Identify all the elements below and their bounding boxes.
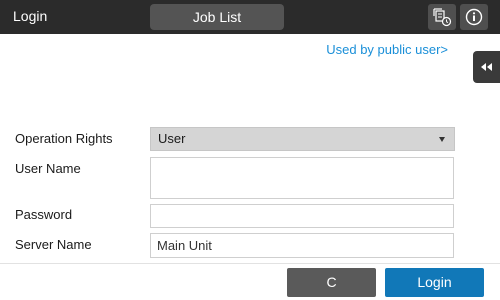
info-button[interactable] [460,4,488,30]
operation-rights-label: Operation Rights [15,131,113,146]
side-panel-toggle[interactable] [473,51,500,83]
password-label: Password [15,207,73,222]
login-screen: Login Job List Used by public user> Oper… [0,0,500,300]
dropdown-arrow-icon [439,137,445,142]
login-button[interactable]: Login [385,268,484,297]
job-list-button[interactable]: Job List [150,4,284,30]
password-field[interactable] [150,204,454,228]
user-name-field[interactable] [150,157,454,199]
job-queue-icon [433,8,452,27]
info-icon [465,8,483,26]
operation-rights-value: User [158,131,186,146]
server-name-label: Server Name [15,237,92,252]
job-queue-button[interactable] [428,4,456,30]
double-chevron-left-icon [481,63,492,71]
clear-button[interactable]: C [287,268,376,297]
used-by-public-user-link[interactable]: Used by public user> [326,43,448,57]
user-name-label: User Name [15,161,81,176]
footer-divider [0,263,500,264]
server-name-field[interactable]: Main Unit [150,233,454,258]
top-bar: Login Job List [0,0,500,34]
screen-title: Login [13,8,48,24]
server-name-value: Main Unit [157,238,212,253]
operation-rights-select[interactable]: User [150,127,455,151]
